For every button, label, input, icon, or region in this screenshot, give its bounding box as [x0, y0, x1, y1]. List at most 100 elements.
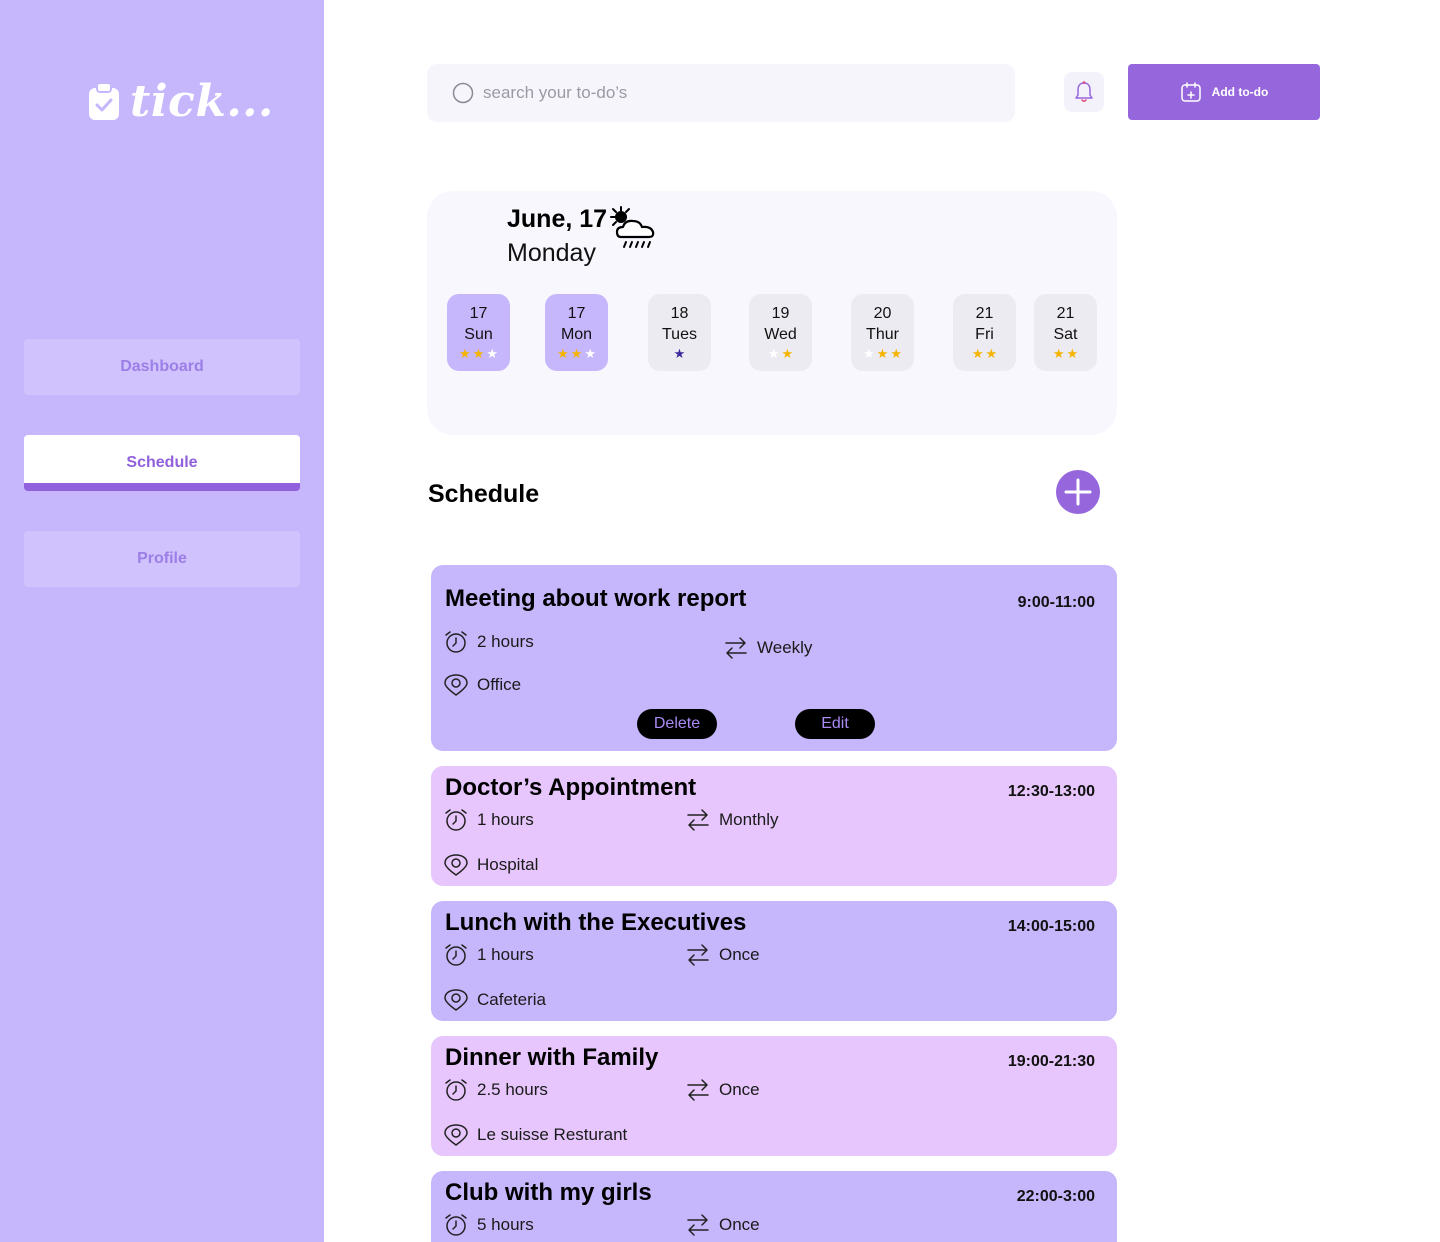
- star-icon: ★: [876, 346, 889, 361]
- plus-icon: [1064, 478, 1092, 506]
- search-icon: [452, 82, 474, 104]
- search-bar[interactable]: [427, 64, 1015, 122]
- event-duration-text: 1 hours: [477, 945, 534, 964]
- day-rating: ★: [674, 347, 686, 361]
- alarm-clock-icon: [445, 944, 467, 966]
- event-card[interactable]: Doctor’s Appointment 12:30-13:00 1 hours…: [431, 766, 1117, 886]
- event-time: 14:00-15:00: [1007, 918, 1095, 935]
- day-chip[interactable]: 20 Thur ★ ★ ★: [851, 294, 914, 371]
- event-title: Lunch with the Executives: [445, 909, 747, 936]
- add-event-button[interactable]: [1056, 470, 1100, 514]
- star-icon: ★: [472, 346, 485, 361]
- sun-rain-cloud-icon: [610, 206, 655, 248]
- day-chip[interactable]: 21 Sat ★ ★: [1034, 294, 1097, 371]
- event-repeat-text: Once: [719, 945, 760, 964]
- location-pin-icon: [444, 989, 468, 1011]
- alarm-clock-icon: [445, 631, 467, 653]
- star-icon: ★: [971, 346, 984, 361]
- event-title: Doctor’s Appointment: [445, 774, 697, 801]
- add-todo-button[interactable]: Add to-do: [1128, 64, 1320, 120]
- add-todo-label: Add to-do: [1211, 85, 1269, 99]
- event-title: Dinner with Family: [445, 1044, 659, 1071]
- edit-button[interactable]: Edit: [795, 709, 875, 739]
- sidebar-item-label: Schedule: [126, 454, 198, 471]
- event-repeat-text: Monthly: [719, 810, 779, 829]
- location-pin-icon: [444, 1124, 468, 1146]
- day-chip[interactable]: 17 Sun ★ ★ ★: [447, 294, 510, 371]
- day-number: 20: [873, 305, 892, 322]
- sidebar-item-label: Dashboard: [120, 358, 204, 375]
- event-location: Office: [443, 672, 521, 698]
- day-number: 18: [670, 305, 689, 322]
- calendar-card: June, 17 Monday 17 Sun ★ ★ ★ 17 Mon ★ ★ ★ 18 Tues ★ 1…: [427, 191, 1117, 435]
- star-icon: ★: [486, 346, 498, 361]
- day-chip[interactable]: 18 Tues ★: [648, 294, 711, 371]
- delete-button[interactable]: Delete: [637, 709, 717, 739]
- day-rating: ★ ★: [768, 347, 793, 361]
- event-card[interactable]: Dinner with Family 19:00-21:30 2.5 hours…: [431, 1036, 1117, 1156]
- repeat-arrows-icon: [725, 637, 747, 659]
- star-icon: ★: [863, 346, 875, 361]
- day-rating: ★ ★ ★: [459, 347, 498, 361]
- search-input[interactable]: [483, 83, 943, 103]
- day-rating: ★ ★: [972, 347, 997, 361]
- event-time: 19:00-21:30: [1007, 1053, 1095, 1070]
- event-repeat-text: Once: [719, 1215, 760, 1234]
- star-icon: ★: [673, 346, 686, 361]
- day-number: 19: [771, 305, 790, 322]
- sidebar-item-dashboard[interactable]: Dashboard: [24, 339, 300, 395]
- notifications-button[interactable]: [1064, 72, 1104, 112]
- day-name: Wed: [764, 326, 797, 343]
- star-icon: ★: [1052, 346, 1065, 361]
- event-repeat-text: Once: [719, 1080, 760, 1099]
- event-duration-text: 1 hours: [477, 810, 534, 829]
- event-time: 12:30-13:00: [1007, 783, 1095, 800]
- event-duration: 1 hours: [443, 942, 534, 968]
- event-duration: 1 hours: [443, 807, 534, 833]
- day-name: Mon: [560, 326, 593, 343]
- event-card[interactable]: Meeting about work report 9:00-11:00 2 h…: [431, 565, 1117, 751]
- event-location: Hospital: [443, 852, 538, 878]
- current-weekday: Monday: [507, 239, 596, 267]
- event-repeat: Once: [685, 1212, 760, 1238]
- star-icon: ★: [1066, 346, 1079, 361]
- day-chip[interactable]: 21 Fri ★ ★: [953, 294, 1016, 371]
- calendar-add-icon: [1180, 82, 1201, 102]
- repeat-arrows-icon: [687, 1214, 709, 1236]
- day-name: Sat: [1053, 326, 1078, 343]
- repeat-arrows-icon: [687, 1079, 709, 1101]
- day-name: Tues: [662, 326, 697, 343]
- alarm-clock-icon: [445, 1079, 467, 1101]
- sidebar: tick... Dashboard Schedule Profile: [0, 0, 324, 1242]
- day-rating: ★ ★ ★: [557, 347, 596, 361]
- event-time: 9:00-11:00: [1017, 594, 1095, 611]
- event-card[interactable]: Club with my girls 22:00-3:00 5 hours On…: [431, 1171, 1117, 1242]
- star-icon: ★: [985, 346, 998, 361]
- event-location-text: Hospital: [477, 855, 539, 874]
- day-chip[interactable]: 19 Wed ★ ★: [749, 294, 812, 371]
- repeat-arrows-icon: [687, 944, 709, 966]
- event-card[interactable]: Lunch with the Executives 14:00-15:00 1 …: [431, 901, 1117, 1021]
- star-icon: ★: [781, 346, 794, 361]
- day-rating: ★ ★ ★: [863, 347, 902, 361]
- star-icon: ★: [570, 346, 583, 361]
- event-repeat: Once: [685, 1077, 760, 1103]
- sidebar-item-profile[interactable]: Profile: [24, 531, 300, 587]
- star-icon: ★: [557, 346, 569, 361]
- star-icon: ★: [459, 346, 471, 361]
- alarm-clock-icon: [445, 1214, 467, 1236]
- event-repeat: Monthly: [685, 807, 779, 833]
- day-name: Sun: [464, 326, 493, 343]
- sidebar-item-label: Profile: [137, 550, 187, 567]
- clipboard-check-icon: [89, 81, 119, 120]
- event-location-text: Cafeteria: [477, 990, 546, 1009]
- event-duration-text: 2.5 hours: [477, 1080, 548, 1099]
- logo: tick...: [88, 76, 274, 127]
- event-location-text: Office: [477, 675, 522, 694]
- day-chip[interactable]: 17 Mon ★ ★ ★: [545, 294, 608, 371]
- event-time: 22:00-3:00: [1016, 1188, 1095, 1205]
- sidebar-item-schedule[interactable]: Schedule: [24, 435, 300, 491]
- event-duration: 5 hours: [443, 1212, 534, 1238]
- day-number: 21: [975, 305, 994, 322]
- day-name: Fri: [975, 326, 994, 343]
